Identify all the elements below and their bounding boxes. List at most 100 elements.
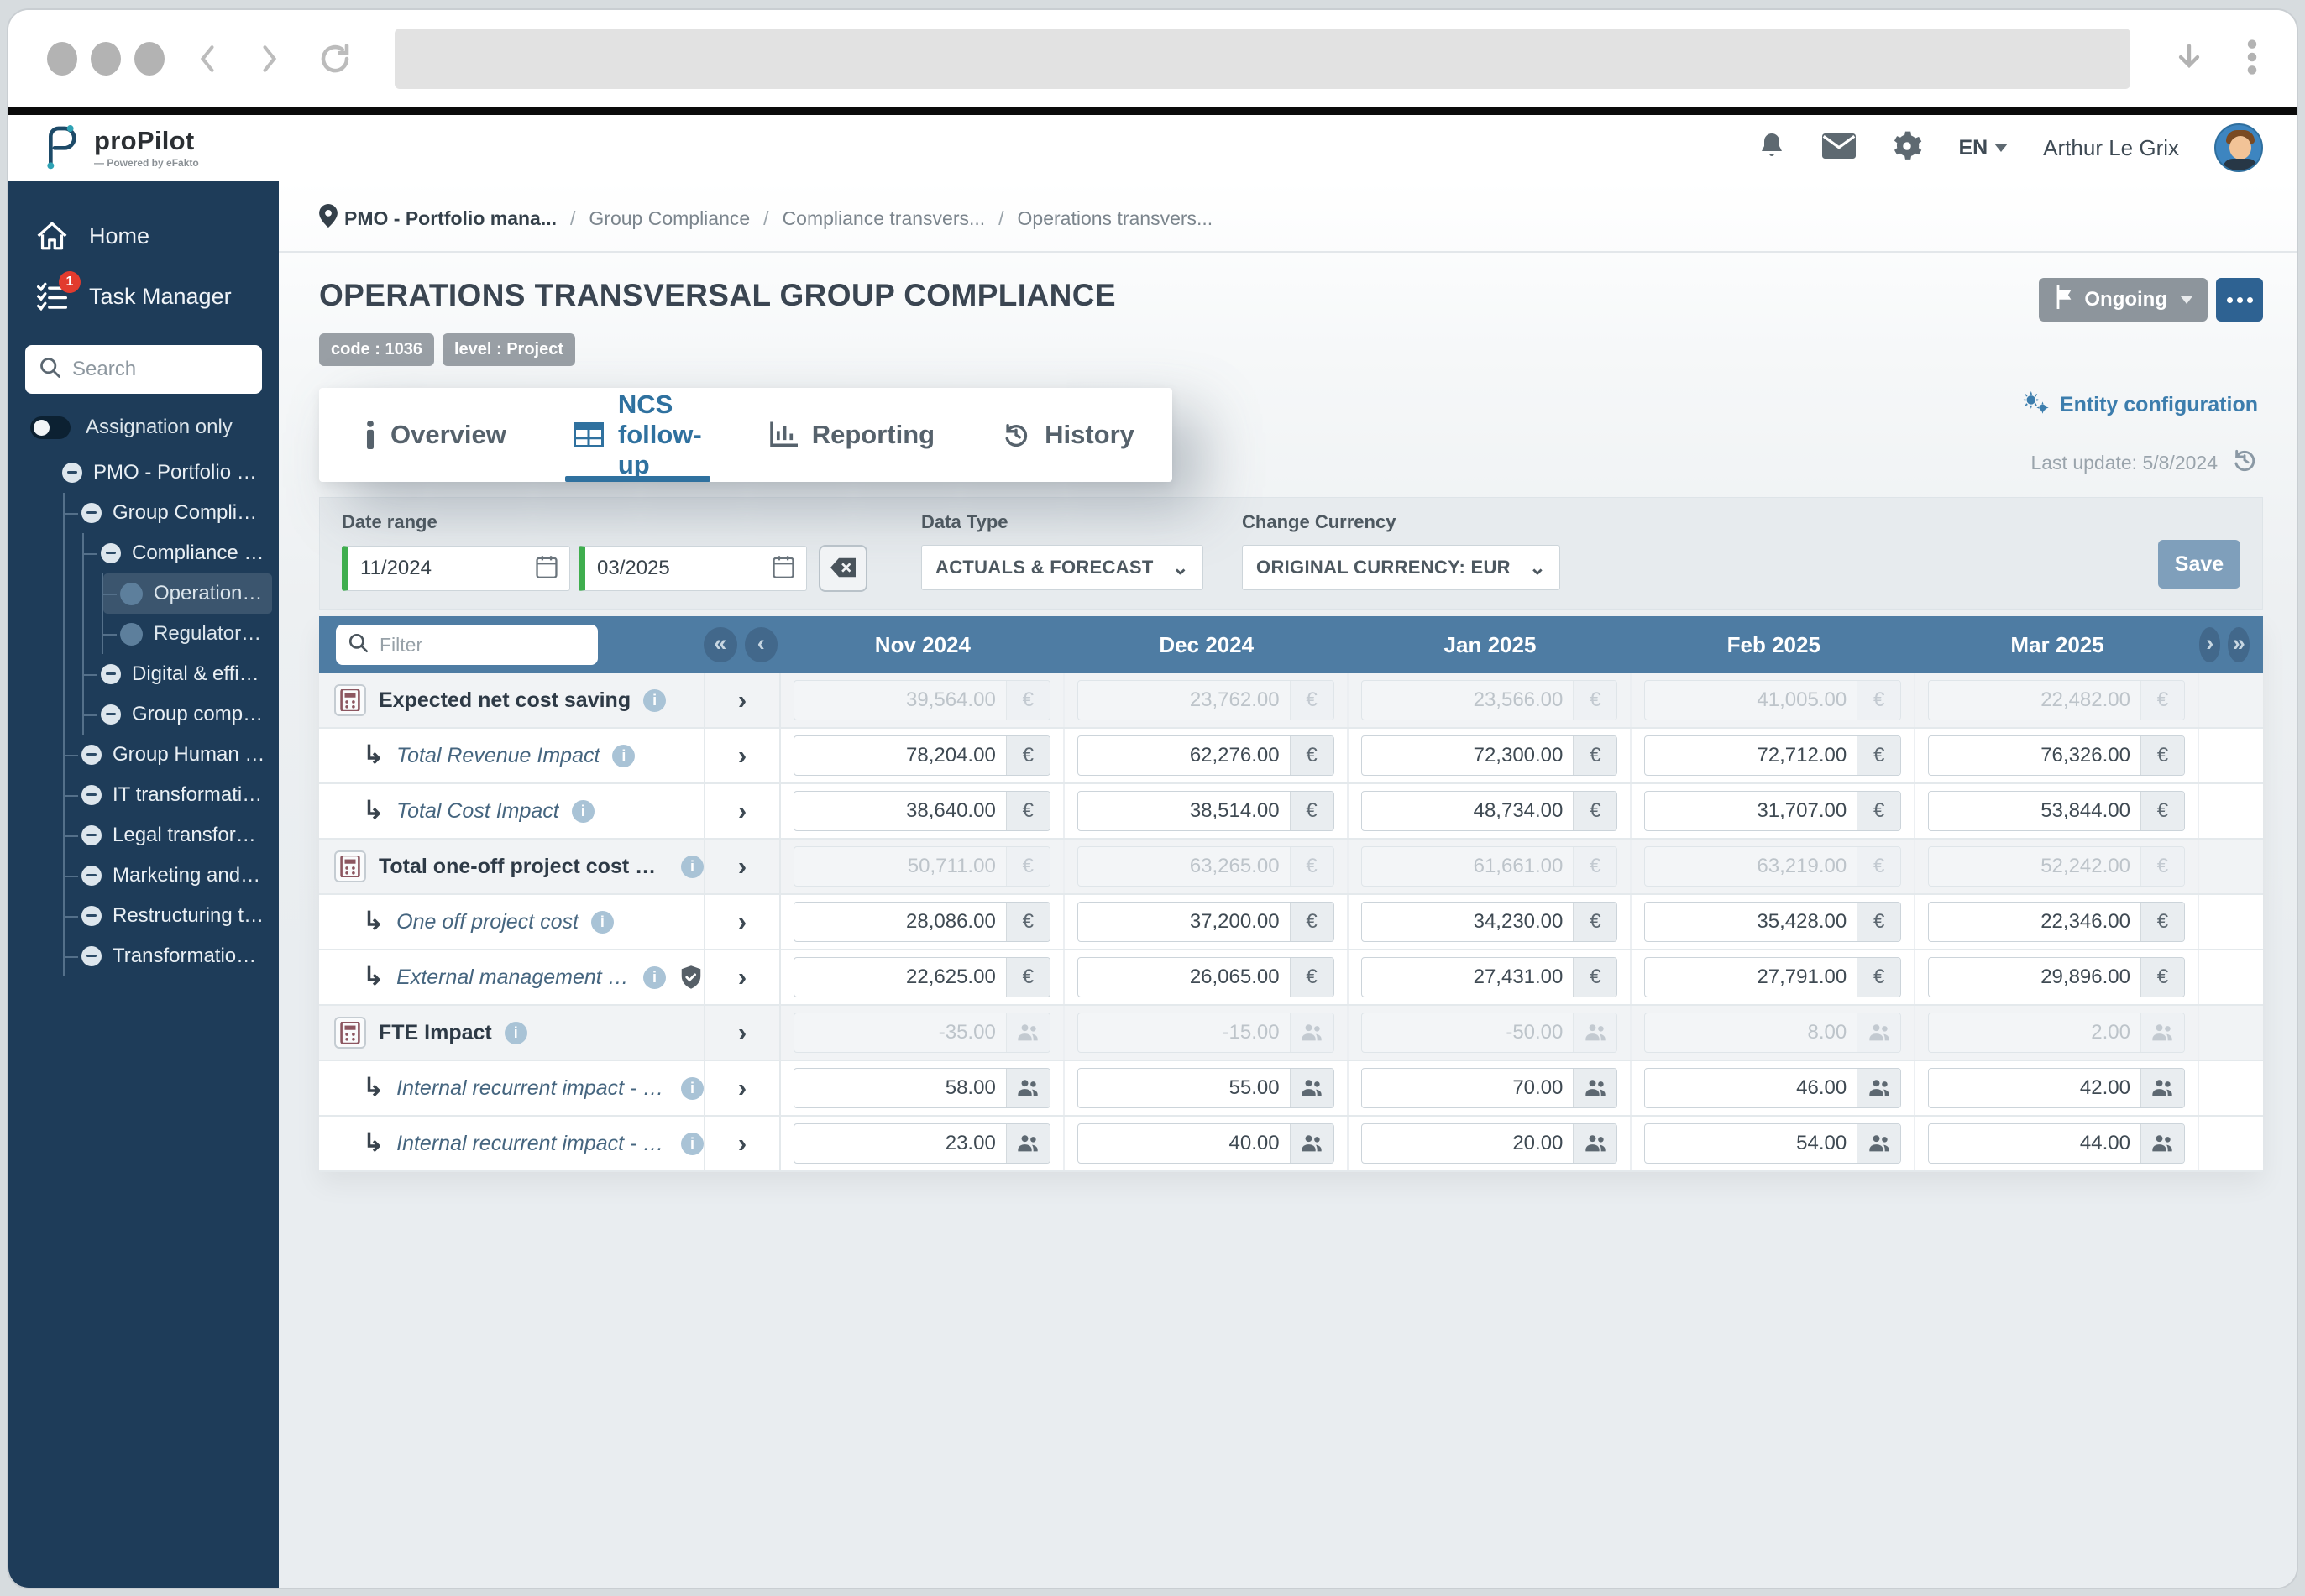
value-field[interactable]: € — [794, 957, 1050, 997]
page-last-icon[interactable]: » — [2228, 627, 2250, 662]
calendar-icon[interactable] — [536, 555, 558, 583]
info-icon[interactable]: i — [591, 911, 614, 934]
value-input[interactable] — [794, 1069, 1006, 1107]
value-input[interactable] — [1078, 958, 1290, 997]
value-field[interactable]: € — [794, 735, 1050, 776]
value-field[interactable]: € — [794, 791, 1050, 831]
expand-row-button[interactable]: › — [704, 840, 781, 893]
value-input[interactable] — [1362, 958, 1574, 997]
sidebar-item-home[interactable]: Home — [8, 206, 279, 266]
value-field[interactable]: € — [1644, 735, 1901, 776]
value-field[interactable] — [1644, 1068, 1901, 1108]
more-actions-button[interactable] — [2216, 278, 2263, 322]
value-field[interactable] — [1361, 1068, 1618, 1108]
tab-reporting[interactable]: Reporting — [736, 388, 968, 482]
tree-item[interactable]: IT transformation: road to 20... — [65, 775, 272, 815]
value-input[interactable] — [1362, 1124, 1574, 1163]
search-input[interactable] — [72, 358, 279, 381]
value-field[interactable]: € — [1928, 791, 2185, 831]
value-input[interactable] — [1929, 958, 2140, 997]
reload-icon[interactable] — [317, 41, 353, 76]
value-input[interactable] — [1645, 903, 1857, 941]
value-field[interactable] — [1928, 1068, 2185, 1108]
value-input[interactable] — [794, 903, 1006, 941]
propilot-logo[interactable]: proPilot — Powered by eFakto — [37, 123, 199, 174]
page-prev-icon[interactable]: ‹ — [745, 627, 778, 662]
expand-row-button[interactable]: › — [704, 1117, 781, 1170]
expand-row-button[interactable]: › — [704, 729, 781, 782]
download-icon[interactable] — [2172, 40, 2206, 78]
value-field[interactable] — [1077, 1123, 1334, 1164]
info-icon[interactable]: i — [643, 966, 666, 989]
value-field[interactable]: € — [1928, 902, 2185, 942]
info-icon[interactable]: i — [681, 1133, 704, 1155]
breadcrumb-item[interactable]: Operations transvers... — [1018, 207, 1213, 230]
value-input[interactable] — [1929, 1069, 2140, 1107]
value-input[interactable] — [1362, 1069, 1574, 1107]
calendar-icon[interactable] — [773, 555, 794, 583]
bell-icon[interactable] — [1757, 130, 1787, 166]
tree-item[interactable]: Marketing and Communicati... — [65, 856, 272, 896]
value-field[interactable]: € — [1644, 791, 1901, 831]
expand-row-button[interactable]: › — [704, 1061, 781, 1115]
currency-select[interactable]: ORIGINAL CURRENCY: EUR ⌄ — [1242, 545, 1560, 590]
language-selector[interactable]: EN — [1958, 136, 2008, 160]
value-input[interactable] — [794, 792, 1006, 830]
history-icon[interactable] — [2231, 447, 2258, 479]
table-filter[interactable] — [336, 625, 598, 665]
mail-icon[interactable] — [1822, 133, 1856, 164]
info-icon[interactable]: i — [681, 856, 704, 878]
value-input[interactable] — [794, 958, 1006, 997]
value-field[interactable] — [1644, 1123, 1901, 1164]
value-input[interactable] — [1362, 903, 1574, 941]
value-field[interactable]: € — [1361, 957, 1618, 997]
page-next-icon[interactable]: › — [2199, 627, 2221, 662]
assignation-toggle[interactable] — [30, 416, 71, 439]
value-field[interactable] — [1361, 1123, 1618, 1164]
expand-row-button[interactable]: › — [704, 784, 781, 838]
value-input[interactable] — [1645, 1124, 1857, 1163]
table-filter-input[interactable] — [380, 634, 586, 657]
info-icon[interactable]: i — [643, 689, 666, 712]
breadcrumb-item[interactable]: Group Compliance — [589, 207, 750, 230]
value-input[interactable] — [1645, 736, 1857, 775]
value-field[interactable]: € — [1077, 735, 1334, 776]
value-input[interactable] — [1929, 903, 2140, 941]
kebab-menu-icon[interactable] — [2246, 39, 2258, 80]
value-input[interactable] — [1929, 736, 2140, 775]
window-control-dots[interactable] — [47, 42, 165, 76]
window-dot[interactable] — [47, 42, 77, 76]
info-icon[interactable]: i — [681, 1077, 704, 1100]
window-dot[interactable] — [134, 42, 165, 76]
forward-icon[interactable] — [255, 40, 284, 77]
clear-dates-button[interactable] — [819, 545, 867, 592]
date-from-input[interactable] — [360, 557, 536, 580]
tree-item[interactable]: Group Compliance — [65, 493, 272, 533]
tree-item[interactable]: Regulatory transversal ... — [103, 614, 272, 654]
expand-row-button[interactable]: › — [704, 895, 781, 949]
tree-item[interactable]: Compliance transversal pr... — [84, 533, 272, 573]
expand-row-button[interactable]: › — [704, 673, 781, 727]
entity-configuration-link[interactable]: Entity configuration — [2021, 390, 2258, 421]
value-input[interactable] — [1078, 903, 1290, 941]
value-field[interactable] — [794, 1123, 1050, 1164]
tree-item[interactable]: Digital & efficiency compli... — [84, 654, 272, 694]
value-field[interactable]: € — [794, 902, 1050, 942]
value-field[interactable] — [1077, 1068, 1334, 1108]
value-input[interactable] — [1078, 1069, 1290, 1107]
value-input[interactable] — [1929, 792, 2140, 830]
tree-item[interactable]: Transformation Master Plan -... — [65, 936, 272, 976]
value-field[interactable] — [794, 1068, 1050, 1108]
page-first-icon[interactable]: « — [704, 627, 737, 662]
value-input[interactable] — [1362, 736, 1574, 775]
value-field[interactable]: € — [1644, 957, 1901, 997]
sidebar-item-task-manager[interactable]: 1 Task Manager — [8, 266, 279, 327]
data-type-select[interactable]: ACTUALS & FORECAST ⌄ — [921, 545, 1203, 590]
save-button[interactable]: Save — [2158, 540, 2240, 589]
value-input[interactable] — [1078, 792, 1290, 830]
value-input[interactable] — [1929, 1124, 2140, 1163]
window-dot[interactable] — [91, 42, 121, 76]
user-name[interactable]: Arthur Le Grix — [2043, 135, 2179, 161]
info-icon[interactable]: i — [572, 800, 595, 823]
tab-history[interactable]: History — [968, 388, 1168, 482]
